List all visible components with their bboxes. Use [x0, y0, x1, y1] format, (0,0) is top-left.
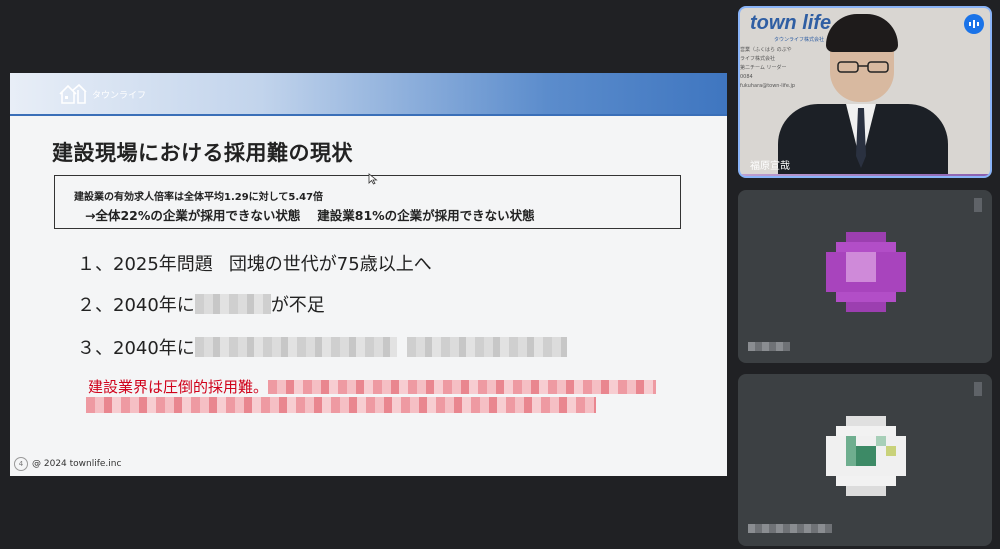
slide-footer: 4 @ 2024 townlife.inc: [14, 457, 121, 471]
point-1-prefix: １、2025年問題: [77, 254, 213, 275]
point-2-suffix: が不足: [270, 295, 325, 316]
highlight-label: 建設業界は圧倒的採用難。: [88, 378, 269, 396]
glasses-icon: [837, 61, 889, 73]
participant-tile[interactable]: [738, 190, 992, 363]
brand-subtitle: タウンライフ株式会社: [774, 37, 825, 43]
redacted-text: [748, 524, 832, 533]
tile-menu-icon[interactable]: [974, 198, 982, 212]
redacted-row: [86, 397, 596, 417]
point-1-text: 団塊の世代が75歳以上へ: [228, 254, 432, 275]
slide-header-divider: [10, 114, 727, 116]
name-card-lines: 営業（ふくはら のぶや ライフ株式会社 第二チーム リーダー 0084 fuku…: [740, 47, 796, 89]
point-3-prefix: ３、2040年に: [77, 338, 195, 359]
townlife-logo: タウンライフ: [58, 83, 146, 105]
redacted-text: [194, 294, 271, 314]
point-2-prefix: ２、2040年に: [77, 295, 195, 316]
person-hair: [826, 14, 898, 52]
point-1: １、2025年問題 団塊の世代が75歳以上へ: [77, 250, 432, 276]
avatar: [826, 232, 906, 312]
participant-name: [748, 342, 790, 352]
brand-text: town life: [750, 12, 832, 34]
participant-tile[interactable]: [738, 374, 992, 546]
slide-title: 建設現場における採用難の現状: [52, 141, 353, 165]
logo-text: タウンライフ: [92, 90, 147, 101]
participant-name: [748, 524, 832, 534]
point-2: ２、2040年に が不足: [77, 291, 325, 317]
stat-line-2: →全体22%の企業が採用できない状態 建設業81%の企業が採用できない状態: [85, 208, 535, 223]
mouse-cursor-icon: [368, 173, 378, 185]
highlight-text: 建設業界は圧倒的採用難。: [88, 376, 657, 397]
tile-menu-icon[interactable]: [974, 382, 982, 396]
presenter-video-tile[interactable]: town life タウンライフ株式会社 営業（ふくはら のぶや ライフ株式会社…: [738, 6, 992, 178]
redacted-text: [406, 337, 567, 357]
point-3: ３、2040年に: [77, 334, 567, 360]
redacted-text: [748, 342, 790, 351]
footer-copyright: @ 2024 townlife.inc: [32, 459, 122, 469]
redacted-text: [194, 337, 397, 357]
speaking-indicator-icon: [964, 14, 984, 34]
page-number: 4: [14, 457, 28, 471]
redacted-text: [268, 379, 657, 394]
speaker-strip: [740, 174, 990, 176]
avatar: [826, 416, 906, 496]
shared-slide: タウンライフ 建設現場における採用難の現状 建設業の有効求人倍率は全体平均1.2…: [10, 73, 727, 476]
house-icon: [59, 83, 87, 104]
redacted-text: [86, 397, 596, 413]
stat-line-1: 建設業の有効求人倍率は全体平均1.29に対して5.47倍: [74, 192, 324, 203]
participant-name: 福原宣哉: [750, 161, 790, 172]
